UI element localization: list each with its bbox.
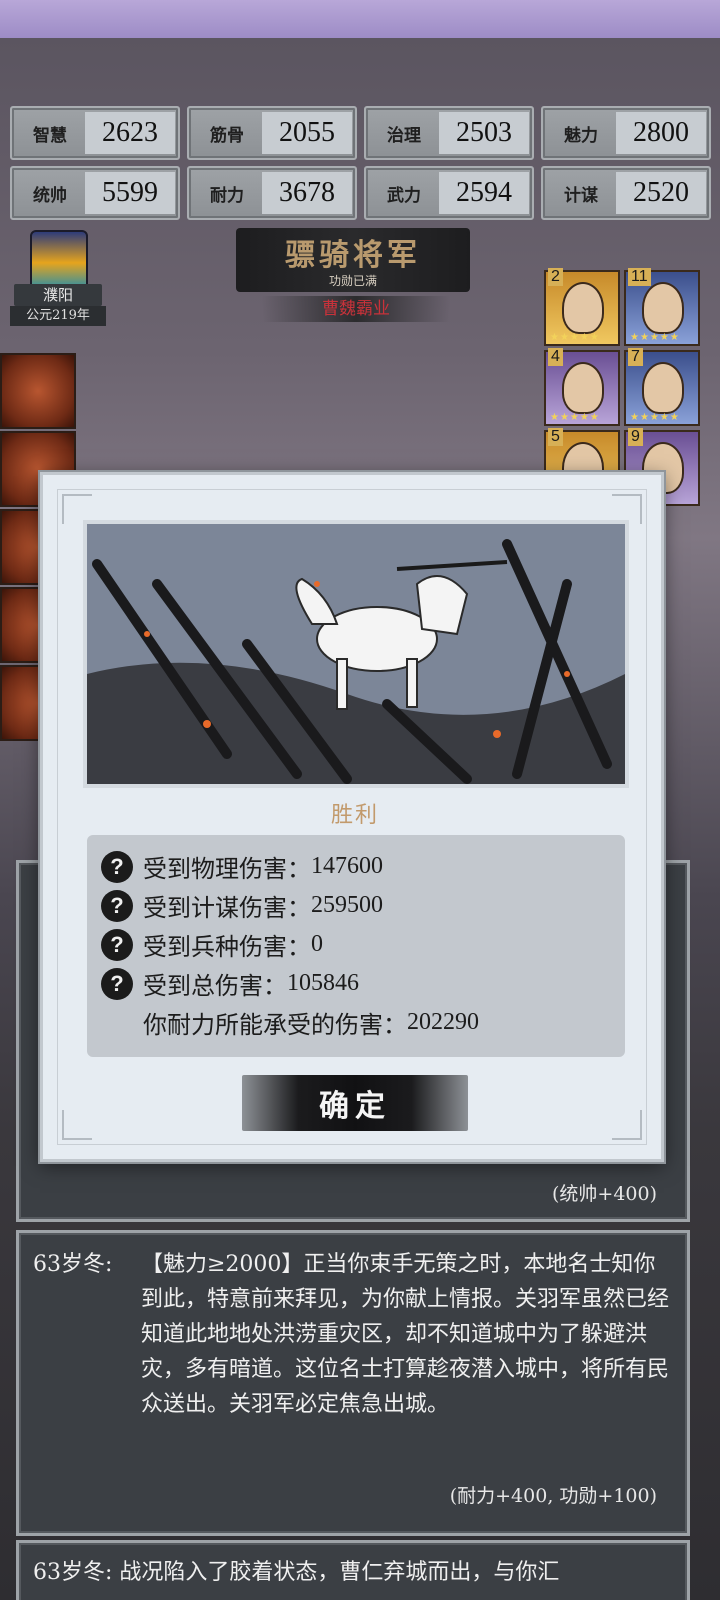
city-badge[interactable]: 濮阳 公元219年 <box>10 230 106 328</box>
damage-value: 0 <box>311 931 323 957</box>
battle-result-dialog: 胜利 ? 受到物理伤害： 147600 ? 受到计谋伤害： 259500 ? 受… <box>40 472 664 1162</box>
corner-ornament <box>62 1110 92 1140</box>
general-level: 5 <box>548 428 563 446</box>
capacity-label: 你耐力所能承受的伤害： <box>143 1011 407 1039</box>
log-age: 63岁冬: <box>33 1252 113 1277</box>
stat-value: 5599 <box>85 172 175 214</box>
stat-label: 统帅 <box>33 185 67 206</box>
stat-value: 2800 <box>616 112 706 154</box>
city-name: 濮阳 <box>14 284 102 306</box>
stat-endurance: 耐力 3678 <box>187 166 357 220</box>
corner-ornament <box>612 1110 642 1140</box>
stat-label: 治理 <box>387 125 421 146</box>
stat-value: 2503 <box>439 112 529 154</box>
stat-governance: 治理 2503 <box>364 106 534 160</box>
endurance-capacity-row: 你耐力所能承受的伤害： 202290 <box>101 1003 611 1042</box>
stat-label: 耐力 <box>210 185 244 206</box>
star-rating-icon: ★★★★★ <box>550 332 600 343</box>
help-icon[interactable]: ? <box>101 889 133 922</box>
damage-summary-panel: ? 受到物理伤害： 147600 ? 受到计谋伤害： 259500 ? 受到兵种… <box>87 835 625 1057</box>
stat-label: 魅力 <box>564 125 598 146</box>
stat-physique: 筋骨 2055 <box>187 106 357 160</box>
physical-damage-row: ? 受到物理伤害： 147600 <box>101 847 611 886</box>
log-text: 63岁冬: 战况陷入了胶着状态，曹仁弃城而出，与你汇 <box>33 1560 560 1585</box>
strategy-damage-row: ? 受到计谋伤害： 259500 <box>101 886 611 925</box>
stat-value: 2055 <box>262 112 352 154</box>
log-reward: (统帅+400) <box>551 1183 657 1205</box>
rank-subtitle: 功勋已满 <box>328 274 377 288</box>
event-log-card: 63岁冬: 【魅力≥2000】正当你束手无策之时，本地名士知你到此，特意前来拜见… <box>16 1230 690 1536</box>
stat-value: 3678 <box>262 172 352 214</box>
general-portrait <box>562 362 604 414</box>
confirm-button[interactable]: 确定 <box>242 1075 468 1131</box>
damage-value: 259500 <box>311 892 383 918</box>
general-card[interactable]: 2 ★★★★★ <box>544 268 620 346</box>
general-portrait <box>642 282 684 334</box>
damage-value: 105846 <box>287 970 359 996</box>
general-level: 9 <box>628 428 643 446</box>
stat-strategy: 计谋 2520 <box>541 166 711 220</box>
log-text: 【魅力≥2000】正当你束手无策之时，本地名士知你到此，特意前来拜见，为你献上情… <box>141 1252 670 1417</box>
stat-label: 筋骨 <box>210 125 244 146</box>
general-portrait <box>562 282 604 334</box>
city-year: 公元219年 <box>10 306 106 326</box>
rank-title: 骠骑将军 <box>285 238 421 273</box>
battle-illustration <box>83 520 629 788</box>
battle-result-title: 胜利 <box>330 803 379 828</box>
stat-wisdom: 智慧 2623 <box>10 106 180 160</box>
general-card[interactable]: 11 ★★★★★ <box>624 268 700 346</box>
stat-value: 2520 <box>616 172 706 214</box>
general-level: 7 <box>628 348 643 366</box>
troop-damage-row: ? 受到兵种伤害： 0 <box>101 925 611 964</box>
stat-label: 武力 <box>387 185 421 206</box>
city-helmet-icon <box>30 230 88 290</box>
log-reward: (耐力+400, 功勋+100) <box>449 1485 657 1507</box>
stat-force: 武力 2594 <box>364 166 534 220</box>
stat-label: 智慧 <box>33 125 67 146</box>
stats-panel: 智慧 2623 筋骨 2055 治理 2503 魅力 2800 统帅 5599 耐力 367… <box>10 106 711 220</box>
star-rating-icon: ★★★★★ <box>630 412 680 423</box>
help-icon[interactable]: ? <box>101 967 133 1000</box>
capacity-value: 202290 <box>407 1009 479 1035</box>
damage-label: 受到物理伤害： <box>143 855 311 883</box>
general-card[interactable]: 7 ★★★★★ <box>624 348 700 426</box>
stat-command: 统帅 5599 <box>10 166 180 220</box>
star-rating-icon: ★★★★★ <box>550 412 600 423</box>
damage-label: 受到总伤害： <box>143 972 287 1000</box>
help-icon[interactable]: ? <box>101 850 133 883</box>
event-log-card: 63岁冬: 战况陷入了胶着状态，曹仁弃城而出，与你汇 <box>16 1540 690 1600</box>
battle-scene-image <box>87 524 625 784</box>
damage-label: 受到兵种伤害： <box>143 933 311 961</box>
total-damage-row: ? 受到总伤害： 105846 <box>101 964 611 1003</box>
sword-item-icon[interactable] <box>0 353 76 429</box>
stat-label: 计谋 <box>564 185 598 206</box>
generals-grid: 2 ★★★★★ 11 ★★★★★ 4 ★★★★★ 7 ★★★★★ 5 9 <box>544 268 700 506</box>
star-rating-icon: ★★★★★ <box>630 332 680 343</box>
top-status-bar <box>0 0 720 38</box>
general-portrait <box>642 362 684 414</box>
damage-value: 147600 <box>311 853 383 879</box>
general-card[interactable]: 4 ★★★★★ <box>544 348 620 426</box>
faction-label: 曹魏霸业 <box>262 296 450 322</box>
general-level: 11 <box>628 268 651 286</box>
general-level: 2 <box>548 268 563 286</box>
general-level: 4 <box>548 348 563 366</box>
stat-value: 2623 <box>85 112 175 154</box>
stat-charisma: 魅力 2800 <box>541 106 711 160</box>
stat-value: 2594 <box>439 172 529 214</box>
help-icon[interactable]: ? <box>101 928 133 961</box>
rank-banner: 骠骑将军 功勋已满 <box>236 228 470 292</box>
damage-label: 受到计谋伤害： <box>143 894 311 922</box>
